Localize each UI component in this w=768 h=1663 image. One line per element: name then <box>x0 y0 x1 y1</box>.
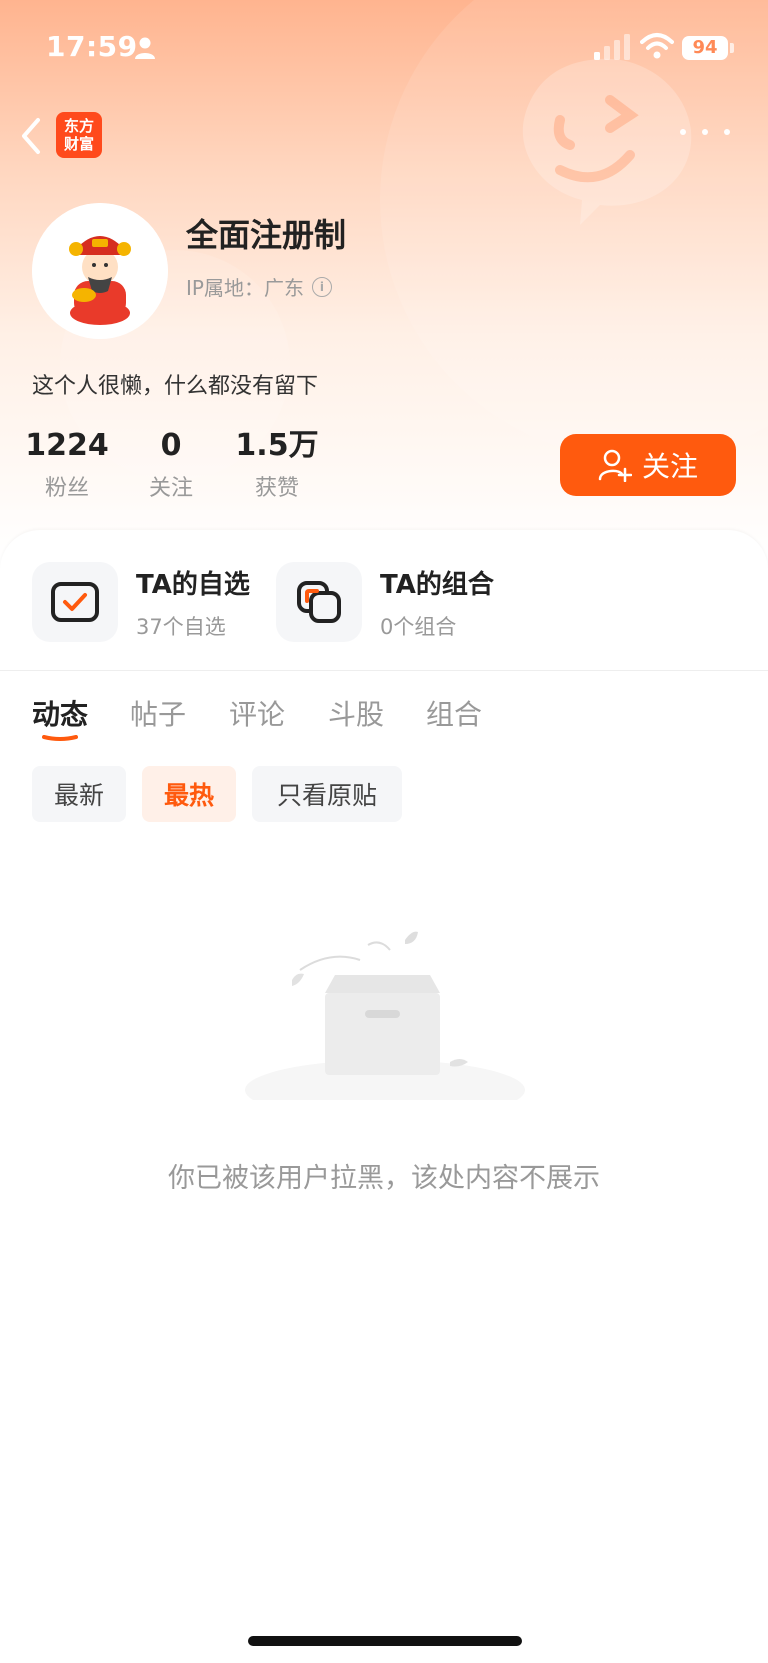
quick-link-title: TA的自选 <box>136 569 250 600</box>
bio: 这个人很懒，什么都没有留下 <box>32 374 319 399</box>
ip-location-text: IP属地：广东 <box>186 276 304 300</box>
stat-label: 关注 <box>148 476 193 501</box>
checklist-icon <box>32 562 118 642</box>
back-arrow-icon[interactable] <box>16 116 46 156</box>
home-indicator[interactable] <box>248 1636 522 1646</box>
app-logo[interactable]: 东方 财富 <box>56 112 102 158</box>
quick-link-subtitle: 37个自选 <box>136 614 226 639</box>
divider <box>0 670 768 671</box>
wifi-icon <box>640 33 674 59</box>
quick-link-title: TA的组合 <box>380 569 494 600</box>
empty-box-icon <box>245 931 525 1100</box>
logo-text-line2: 财富 <box>63 135 94 153</box>
fortune-god-avatar-icon <box>32 203 168 339</box>
status-time: 17:59 <box>46 30 138 63</box>
info-icon[interactable]: i <box>311 276 332 297</box>
stat-likes[interactable]: 1.5万 获赞 <box>222 428 332 502</box>
stat-value: 1.5万 <box>235 428 319 463</box>
filter-hottest[interactable]: 最热 <box>142 766 236 822</box>
tab-stock-battle[interactable]: 斗股 <box>328 693 384 733</box>
logo-text-line1: 东方 <box>63 117 94 135</box>
quick-link-subtitle: 0个组合 <box>380 614 457 639</box>
more-options-icon[interactable] <box>680 122 730 142</box>
person-icon <box>135 37 155 59</box>
stat-fans[interactable]: 1224 粉丝 <box>12 428 122 502</box>
avatar[interactable] <box>32 203 168 339</box>
portfolio-icon <box>276 562 362 642</box>
tab-comments[interactable]: 评论 <box>229 693 285 733</box>
ip-location: IP属地：广东 i <box>186 272 332 301</box>
stat-following[interactable]: 0 关注 <box>116 428 226 502</box>
quick-link-portfolio[interactable]: TA的组合 0个组合 <box>276 562 494 642</box>
tab-portfolio[interactable]: 组合 <box>426 693 482 733</box>
tab-posts[interactable]: 帖子 <box>130 693 186 733</box>
follow-button[interactable]: 关注 <box>560 434 736 496</box>
stat-label: 获赞 <box>254 476 299 501</box>
tab-dynamics[interactable]: 动态 <box>32 693 88 733</box>
active-tab-indicator <box>42 735 78 741</box>
signal-icon <box>594 34 630 60</box>
battery-tip <box>730 43 734 53</box>
add-user-icon <box>598 449 632 482</box>
stat-label: 粉丝 <box>44 476 89 501</box>
empty-state-message: 你已被该用户拉黑，该处内容不展示 <box>168 1163 600 1194</box>
stat-value: 1224 <box>25 428 109 463</box>
follow-button-label: 关注 <box>641 450 698 483</box>
username: 全面注册制 <box>186 216 347 254</box>
battery-indicator: 94 <box>682 36 728 60</box>
quick-link-watchlist[interactable]: TA的自选 37个自选 <box>32 562 250 642</box>
filter-latest[interactable]: 最新 <box>32 766 126 822</box>
filter-original-only[interactable]: 只看原贴 <box>252 766 402 822</box>
stat-value: 0 <box>160 428 182 463</box>
